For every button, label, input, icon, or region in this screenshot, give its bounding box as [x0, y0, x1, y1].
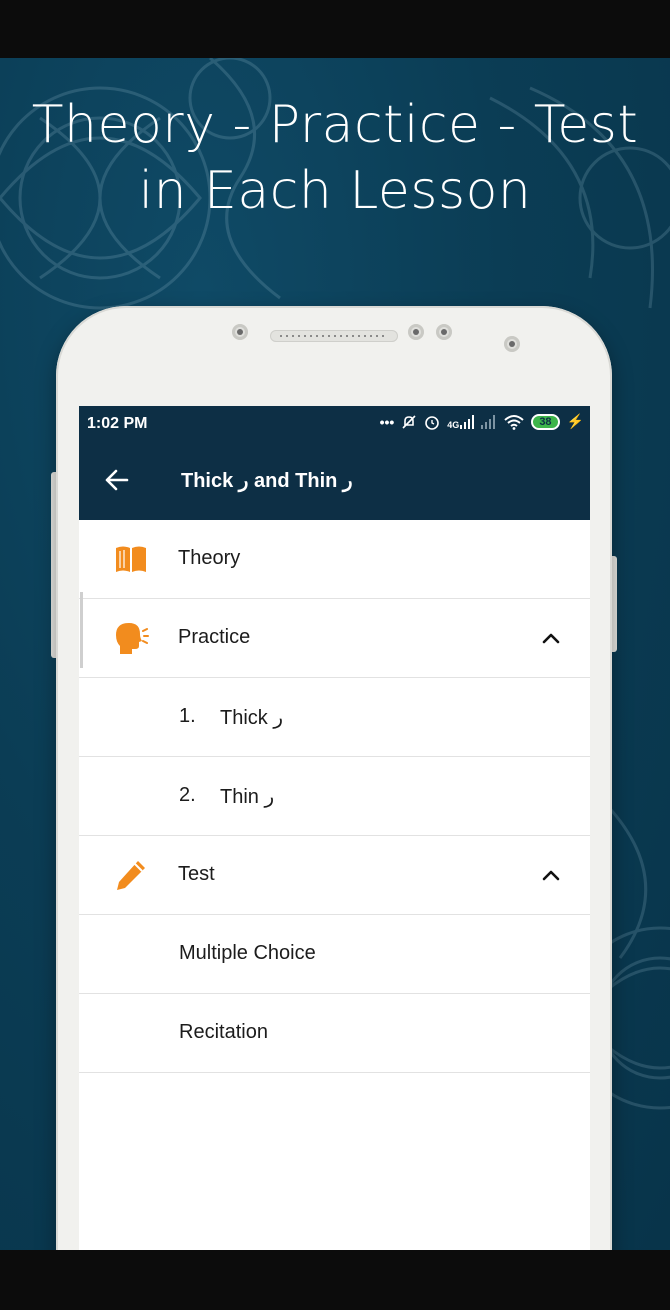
item-label: Thick ر [220, 707, 284, 729]
wifi-icon [504, 414, 524, 430]
sensor-icon [504, 336, 520, 352]
front-camera-icon [232, 324, 248, 340]
arrow-left-icon [105, 469, 129, 491]
test-item-multiple-choice[interactable]: Multiple Choice [79, 915, 590, 994]
status-time: 1:02 PM [87, 415, 148, 432]
sensor-icon [436, 324, 452, 340]
item-number: 2. [179, 784, 196, 806]
theory-label: Theory [178, 547, 241, 569]
sensor-icon [408, 324, 424, 340]
item-number: 1. [179, 705, 196, 727]
app-bar: Thick ر and Thin ر [79, 440, 590, 520]
charging-icon: ⚡ [566, 413, 584, 429]
item-label: Multiple Choice [179, 942, 316, 964]
status-icons: ••• 4G 38 ⚡ [380, 413, 584, 430]
practice-label: Practice [178, 626, 251, 648]
alarm-icon [425, 415, 440, 430]
headline-line-2: in Each Lesson [138, 161, 532, 221]
earpiece-speaker [270, 330, 398, 342]
chevron-up-icon[interactable] [541, 865, 561, 885]
test-header[interactable]: Test [79, 836, 590, 915]
test-label: Test [178, 863, 215, 885]
status-bar: 1:02 PM ••• 4G 38 ⚡ [79, 406, 590, 440]
network-type-label: 4G [447, 419, 460, 430]
scroll-indicator [80, 592, 83, 668]
phone-screen: 1:02 PM ••• 4G 38 ⚡ Thick ر and Thin ر T… [79, 406, 590, 1250]
speaking-head-icon [116, 623, 149, 654]
open-book-icon [116, 546, 146, 572]
top-black-band [0, 0, 670, 58]
promo-headline: Theory - Practice - Test in Each Lesson [0, 92, 670, 224]
signal-4g-icon: 4G [447, 414, 475, 430]
page-title: Thick ر and Thin ر [181, 470, 353, 492]
theory-item[interactable]: Theory [79, 520, 590, 599]
pencil-icon [117, 861, 145, 890]
battery-icon: 38 [531, 413, 560, 430]
test-item-recitation[interactable]: Recitation [79, 994, 590, 1073]
signal-icon [481, 414, 496, 429]
bottom-black-band [0, 1250, 670, 1310]
mute-icon [402, 414, 416, 429]
practice-item-thick[interactable]: 1. Thick ر [79, 678, 590, 757]
practice-header[interactable]: Practice [79, 599, 590, 678]
item-label: Recitation [179, 1021, 268, 1043]
headline-line-1: Theory - Practice - Test [31, 95, 639, 155]
more-dots-icon: ••• [379, 413, 395, 430]
practice-item-thin[interactable]: 2. Thin ر [79, 757, 590, 836]
item-label: Thin ر [220, 786, 275, 808]
chevron-up-icon[interactable] [541, 628, 561, 648]
back-button[interactable] [99, 462, 135, 498]
